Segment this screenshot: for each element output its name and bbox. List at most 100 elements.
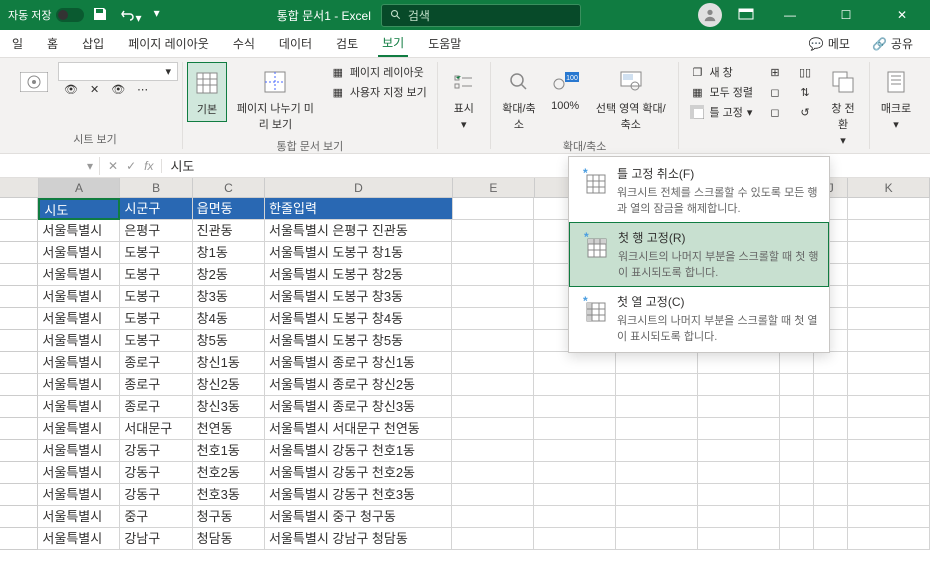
cell[interactable] [534, 440, 616, 462]
cell[interactable] [534, 374, 616, 396]
sheetview-exit-icon[interactable]: ✕ [84, 81, 105, 98]
cell[interactable] [453, 198, 535, 220]
cell[interactable] [698, 352, 780, 374]
cell[interactable]: 도봉구 [120, 264, 192, 286]
cell[interactable]: 창신3동 [193, 396, 265, 418]
cell[interactable] [534, 352, 616, 374]
new-window-button[interactable]: ❐새 창 [683, 62, 759, 82]
tab-insert[interactable]: 삽입 [78, 31, 108, 56]
cell[interactable]: 서울특별시 종로구 창신3동 [265, 396, 452, 418]
cell[interactable] [848, 220, 930, 242]
cell[interactable]: 서울특별시 [38, 484, 120, 506]
unhide-button[interactable]: ◻ [761, 102, 789, 122]
search-box[interactable]: 검색 [381, 4, 581, 27]
cell[interactable]: 종로구 [120, 396, 192, 418]
cell[interactable]: 창4동 [193, 308, 265, 330]
cell[interactable]: 서울특별시 도봉구 창1동 [265, 242, 452, 264]
cell[interactable] [848, 506, 930, 528]
cell[interactable] [452, 286, 534, 308]
cell[interactable] [698, 418, 780, 440]
cell[interactable] [814, 352, 848, 374]
cancel-formula-icon[interactable]: ✕ [108, 159, 118, 173]
cell[interactable]: 서울특별시 [38, 330, 120, 352]
cell[interactable]: 서울특별시 강남구 청담동 [265, 528, 452, 550]
split-button[interactable]: ⊞ [761, 62, 789, 82]
cell[interactable] [534, 528, 616, 550]
ribbon-mode-icon[interactable] [738, 6, 754, 25]
cell[interactable] [814, 396, 848, 418]
cell[interactable] [452, 528, 534, 550]
cell[interactable] [452, 330, 534, 352]
cell[interactable] [452, 242, 534, 264]
cell[interactable] [452, 506, 534, 528]
cell[interactable]: 서울특별시 중구 청구동 [265, 506, 452, 528]
cell[interactable]: 강동구 [120, 440, 192, 462]
cell[interactable] [698, 374, 780, 396]
tab-page-layout[interactable]: 페이지 레이아웃 [124, 31, 213, 56]
cell[interactable] [780, 352, 814, 374]
cell[interactable]: 청구동 [193, 506, 265, 528]
cell[interactable]: 도봉구 [120, 242, 192, 264]
cell[interactable] [814, 418, 848, 440]
save-icon[interactable] [92, 6, 108, 25]
cell[interactable]: 천호1동 [193, 440, 265, 462]
cell[interactable]: 서울특별시 강동구 천호3동 [265, 484, 452, 506]
zoom-button[interactable]: 확대/축소 [495, 62, 543, 136]
cell[interactable] [780, 484, 814, 506]
cell[interactable]: 중구 [120, 506, 192, 528]
cell[interactable] [848, 484, 930, 506]
cell[interactable] [534, 396, 616, 418]
cell[interactable]: 서울특별시 [38, 418, 120, 440]
cell[interactable] [534, 506, 616, 528]
tab-home[interactable]: 홈 [43, 31, 62, 56]
cell[interactable] [452, 264, 534, 286]
cell[interactable] [616, 374, 698, 396]
cell[interactable]: 종로구 [120, 352, 192, 374]
cell[interactable] [452, 418, 534, 440]
sheetview-new-icon[interactable]: 👁 [105, 81, 131, 98]
cell[interactable] [452, 484, 534, 506]
cell[interactable]: 서울특별시 종로구 창신2동 [265, 374, 452, 396]
cell[interactable] [698, 440, 780, 462]
column-header[interactable]: E [453, 178, 535, 198]
cell[interactable] [848, 308, 930, 330]
cell[interactable] [848, 528, 930, 550]
cell[interactable]: 강동구 [120, 484, 192, 506]
cell[interactable] [616, 418, 698, 440]
freeze-first-column-item[interactable]: * 첫 열 고정(C) 워크시트의 나머지 부분을 스크롤할 때 첫 열이 표시… [569, 287, 829, 350]
name-box[interactable]: ▾ [0, 157, 100, 175]
column-header[interactable]: C [193, 178, 265, 198]
view-side-by-side-icon[interactable]: ▯▯ [791, 62, 819, 82]
cell[interactable] [698, 484, 780, 506]
freeze-top-row-item[interactable]: * 첫 행 고정(R) 워크시트의 나머지 부분을 스크롤할 때 첫 행이 표시… [569, 222, 829, 287]
tab-file[interactable]: 일 [8, 31, 27, 56]
cell[interactable]: 시도 [38, 198, 120, 220]
maximize-button[interactable]: ☐ [826, 0, 866, 30]
cell[interactable] [452, 374, 534, 396]
cell[interactable] [616, 528, 698, 550]
column-header[interactable]: K [848, 178, 930, 198]
cell[interactable] [814, 484, 848, 506]
cell[interactable]: 서울특별시 [38, 396, 120, 418]
redo-icon[interactable]: ▾ [154, 6, 160, 25]
cell[interactable]: 종로구 [120, 374, 192, 396]
cell[interactable]: 서울특별시 [38, 462, 120, 484]
select-all-corner[interactable] [0, 178, 39, 198]
cell[interactable]: 창신1동 [193, 352, 265, 374]
cell[interactable]: 서울특별시 서대문구 천연동 [265, 418, 452, 440]
memo-button[interactable]: 💬 메모 [800, 32, 859, 55]
cell[interactable] [848, 198, 930, 220]
cell[interactable] [534, 462, 616, 484]
column-header[interactable]: A [39, 178, 121, 198]
tab-view[interactable]: 보기 [378, 30, 408, 57]
cell[interactable]: 도봉구 [120, 308, 192, 330]
reset-window-icon[interactable]: ↺ [791, 102, 819, 122]
column-header[interactable]: D [265, 178, 453, 198]
cell[interactable]: 서울특별시 도봉구 창4동 [265, 308, 452, 330]
cell[interactable]: 시군구 [120, 198, 192, 220]
cell[interactable]: 도봉구 [120, 330, 192, 352]
cell[interactable] [616, 484, 698, 506]
tab-data[interactable]: 데이터 [275, 31, 316, 56]
switch-windows-button[interactable]: 창 전환▾ [821, 62, 865, 151]
page-layout-button[interactable]: ▦페이지 레이아웃 [324, 62, 433, 82]
